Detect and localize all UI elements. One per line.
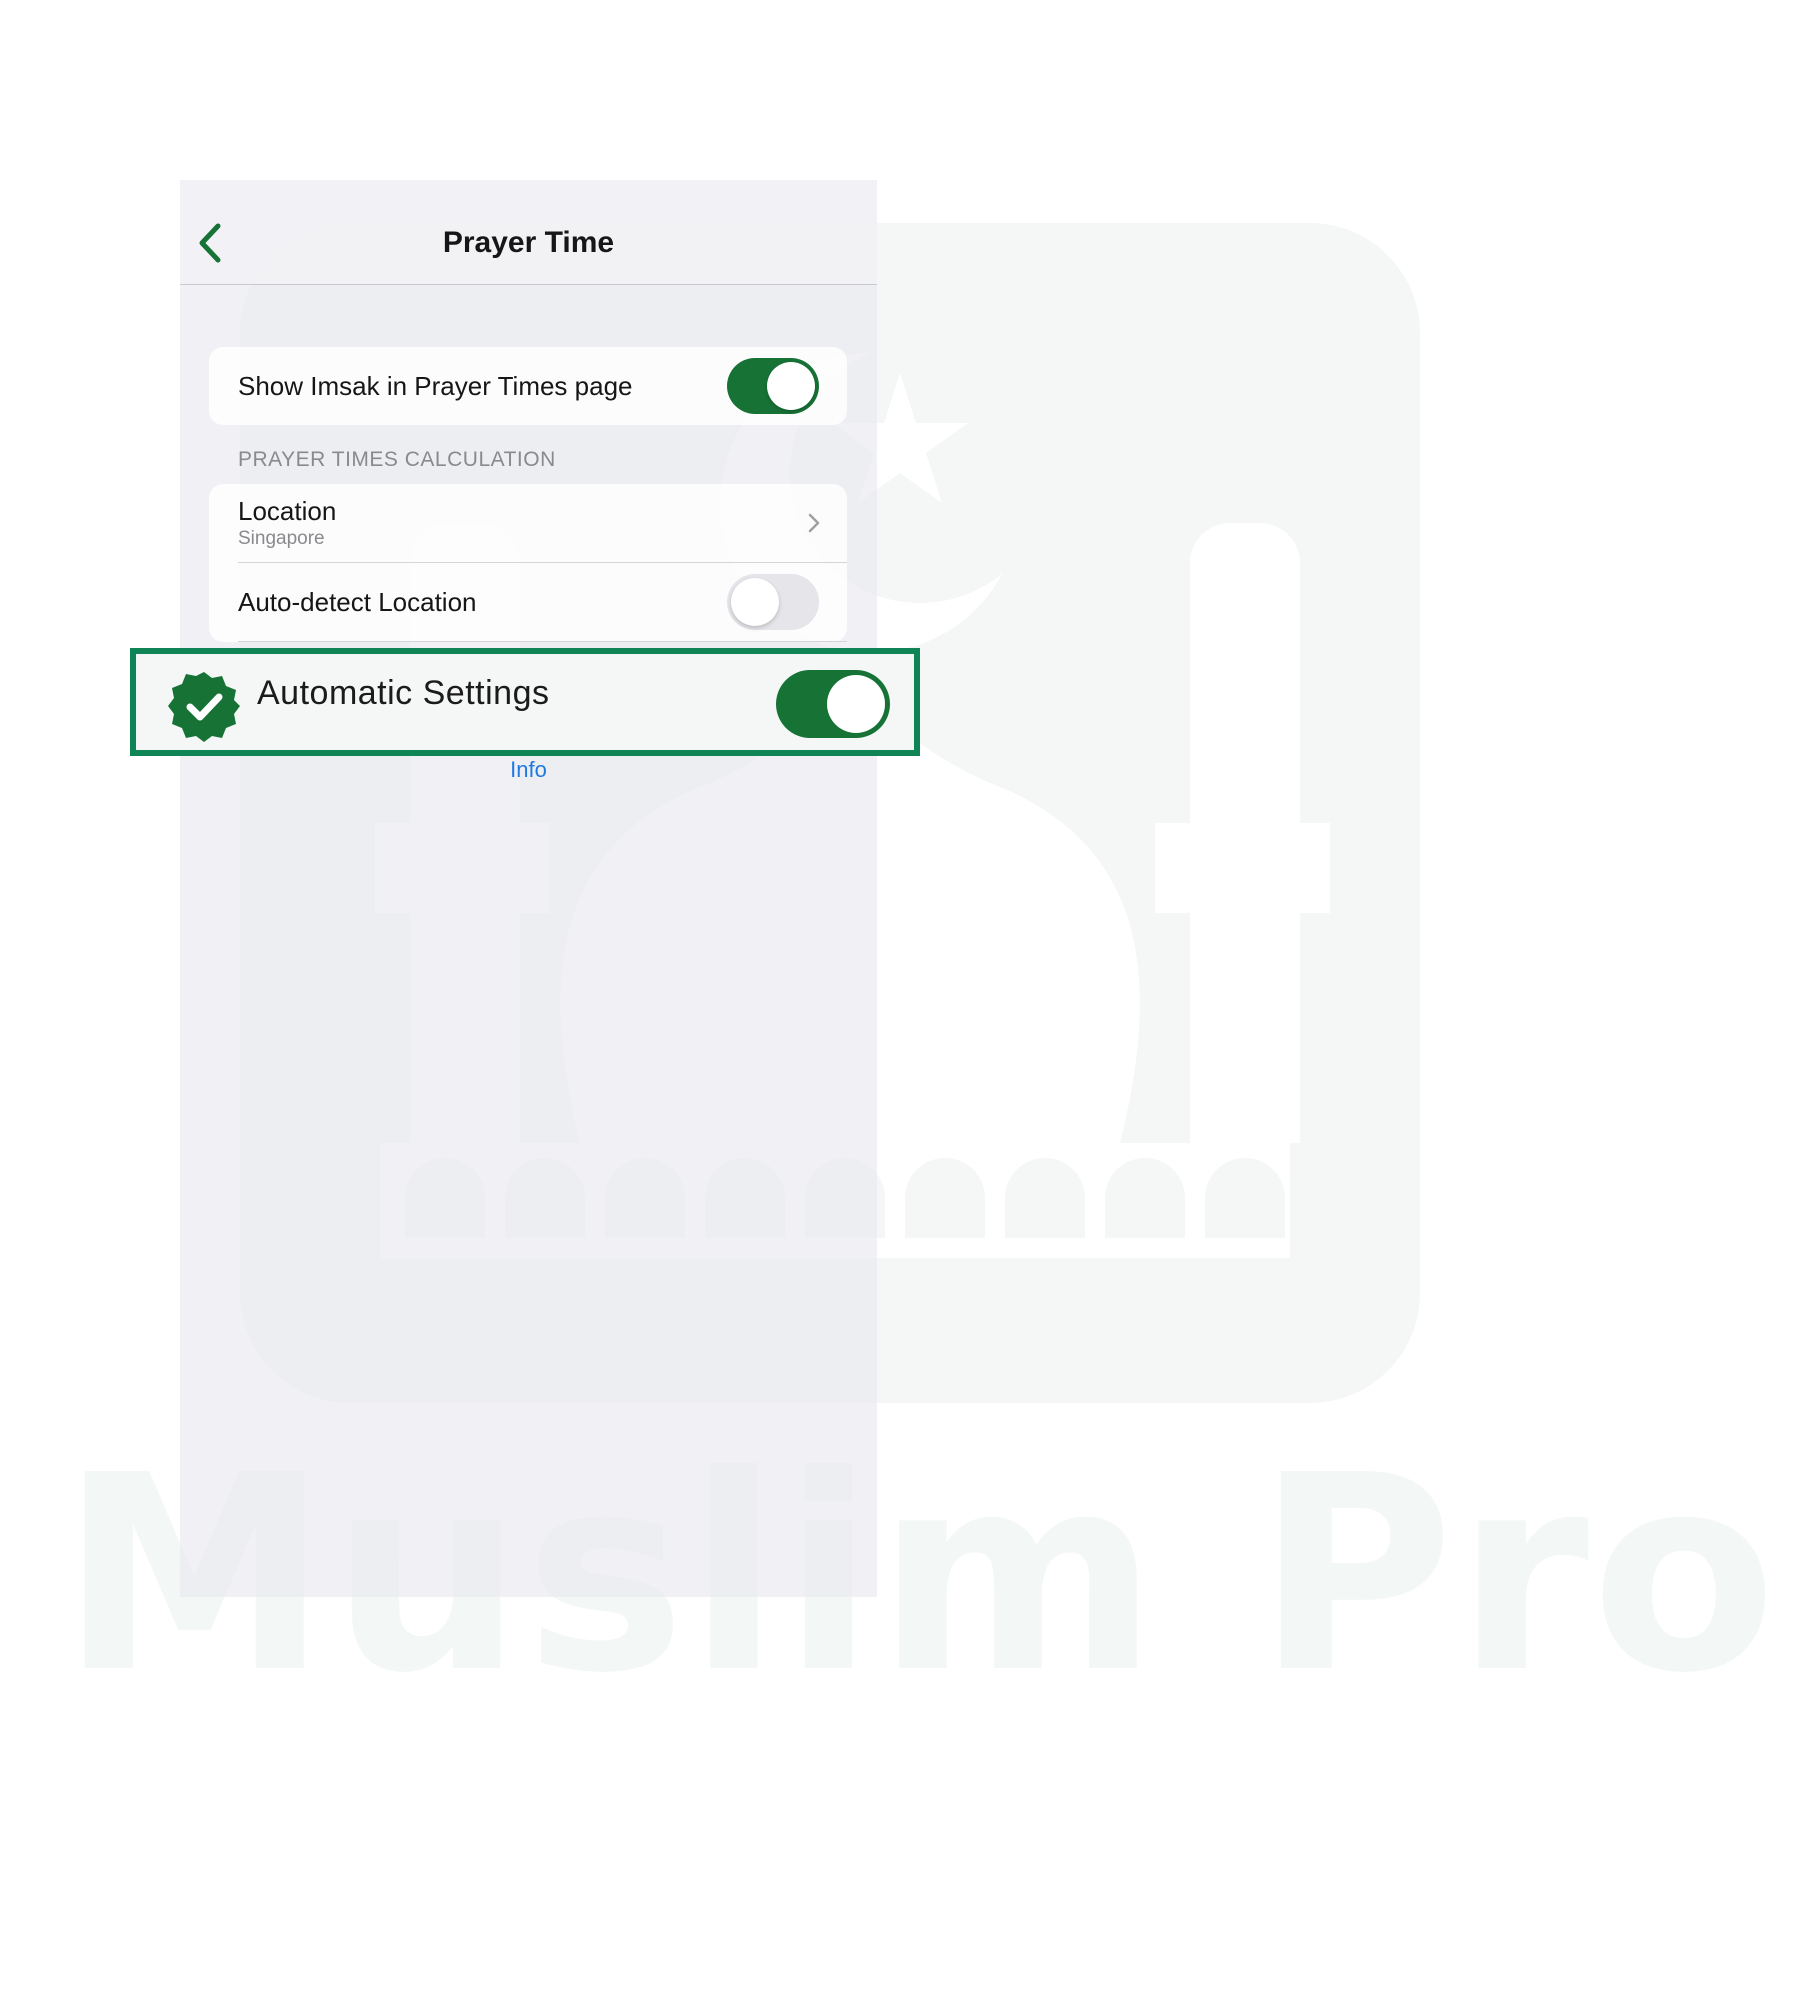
info-link[interactable]: Info xyxy=(180,757,877,783)
navigation-bar: Prayer Time xyxy=(180,180,877,285)
location-row[interactable]: Location Singapore xyxy=(209,484,847,562)
imsak-setting-row: Show Imsak in Prayer Times page xyxy=(209,347,847,425)
imsak-toggle[interactable] xyxy=(727,358,819,414)
chevron-right-icon xyxy=(808,513,820,533)
automatic-settings-toggle[interactable] xyxy=(776,670,890,738)
auto-detect-toggle[interactable] xyxy=(727,574,819,630)
settings-screen: Prayer Time Show Imsak in Prayer Times p… xyxy=(180,180,877,1597)
automatic-settings-label: Automatic Settings xyxy=(257,674,550,712)
location-label: Location xyxy=(238,496,337,526)
row-divider xyxy=(238,641,847,642)
auto-detect-label: Auto-detect Location xyxy=(238,587,477,617)
location-value: Singapore xyxy=(238,528,325,549)
section-header: PRAYER TIMES CALCULATION xyxy=(238,448,556,471)
page-title: Prayer Time xyxy=(442,226,615,259)
toggle-knob xyxy=(731,578,779,626)
toggle-knob xyxy=(827,675,885,733)
calculation-settings-group: Location Singapore Auto-detect Location xyxy=(209,484,847,642)
verified-badge-icon xyxy=(168,672,240,742)
imsak-label: Show Imsak in Prayer Times page xyxy=(238,371,633,401)
automatic-settings-highlight: Automatic Settings xyxy=(130,648,920,756)
screenshot-canvas: Muslim Pro Prayer Time Show Imsak in Pra… xyxy=(0,0,1800,2000)
toggle-knob xyxy=(767,362,815,410)
auto-detect-row: Auto-detect Location xyxy=(209,563,847,641)
